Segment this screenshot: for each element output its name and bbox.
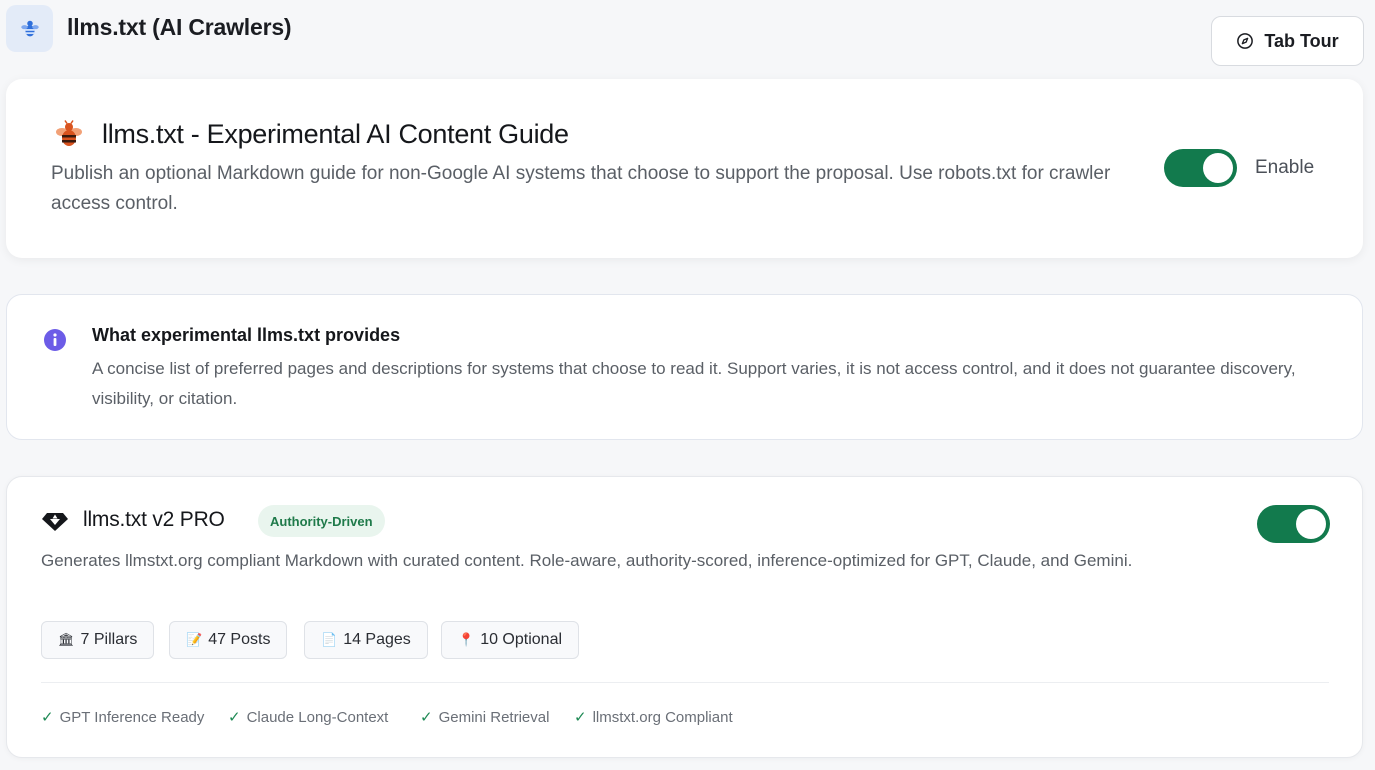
check-label: Gemini Retrieval: [438, 708, 550, 726]
stat-chip-posts: 📝 47 Posts: [169, 621, 288, 659]
authority-badge: Authority-Driven: [258, 505, 385, 537]
page-icon: 📄: [321, 632, 338, 647]
enable-label: Enable: [1255, 157, 1315, 178]
header-bee-icon: [6, 5, 53, 52]
check-llmstxt: ✓ llmstxt.org Compliant: [574, 708, 733, 727]
check-gemini: ✓ Gemini Retrieval: [420, 708, 550, 727]
stat-chip-label: 47 Posts: [208, 631, 271, 648]
check-icon: ✓: [228, 709, 241, 726]
toggle-knob: [1296, 509, 1326, 539]
llms-v2-pro-card: llms.txt v2 PRO Authority-Driven Generat…: [6, 476, 1363, 758]
check-label: GPT Inference Ready: [59, 708, 205, 726]
classical-building-icon: 🏛: [58, 632, 75, 647]
stat-chip-optional: 📍 10 Optional: [441, 621, 580, 659]
tab-tour-button[interactable]: Tab Tour: [1211, 16, 1364, 66]
bee-icon: [56, 120, 82, 146]
pro-title: llms.txt v2 PRO: [83, 508, 225, 531]
guide-description: Publish an optional Markdown guide for n…: [51, 163, 1111, 214]
stat-chip-pillars: 🏛 7 Pillars: [41, 621, 155, 659]
info-title: What experimental llms.txt provides: [92, 325, 401, 345]
check-gpt: ✓ GPT Inference Ready: [41, 708, 205, 727]
check-icon: ✓: [41, 709, 54, 726]
check-claude: ✓ Claude Long-Context: [228, 708, 389, 727]
diamond-icon: [42, 513, 68, 531]
guide-title: llms.txt - Experimental AI Content Guide: [102, 119, 569, 149]
stat-chip-label: 7 Pillars: [80, 631, 138, 648]
pro-toggle[interactable]: [1257, 505, 1330, 543]
check-icon: ✓: [574, 709, 587, 726]
stat-chip-label: 10 Optional: [480, 631, 563, 648]
page-title: llms.txt (AI Crawlers): [67, 14, 292, 40]
stat-chip-label: 14 Pages: [343, 631, 411, 648]
info-card: What experimental llms.txt provides A co…: [6, 294, 1363, 440]
divider: [41, 682, 1329, 683]
info-icon: [44, 329, 66, 351]
memo-icon: 📝: [186, 632, 203, 647]
pin-icon: 📍: [458, 632, 475, 647]
check-label: llmstxt.org Compliant: [592, 708, 733, 726]
pro-description: Generates llmstxt.org compliant Markdown…: [41, 551, 1133, 570]
check-icon: ✓: [420, 709, 433, 726]
enable-toggle[interactable]: [1164, 149, 1237, 187]
compass-icon: [1237, 33, 1254, 49]
stat-chip-pages: 📄 14 Pages: [304, 621, 428, 659]
info-description: A concise list of preferred pages and de…: [92, 359, 1296, 408]
llms-guide-card: llms.txt - Experimental AI Content Guide…: [6, 79, 1363, 258]
tab-tour-label: Tab Tour: [1264, 30, 1339, 51]
check-label: Claude Long-Context: [246, 708, 389, 726]
toggle-knob: [1203, 153, 1233, 183]
